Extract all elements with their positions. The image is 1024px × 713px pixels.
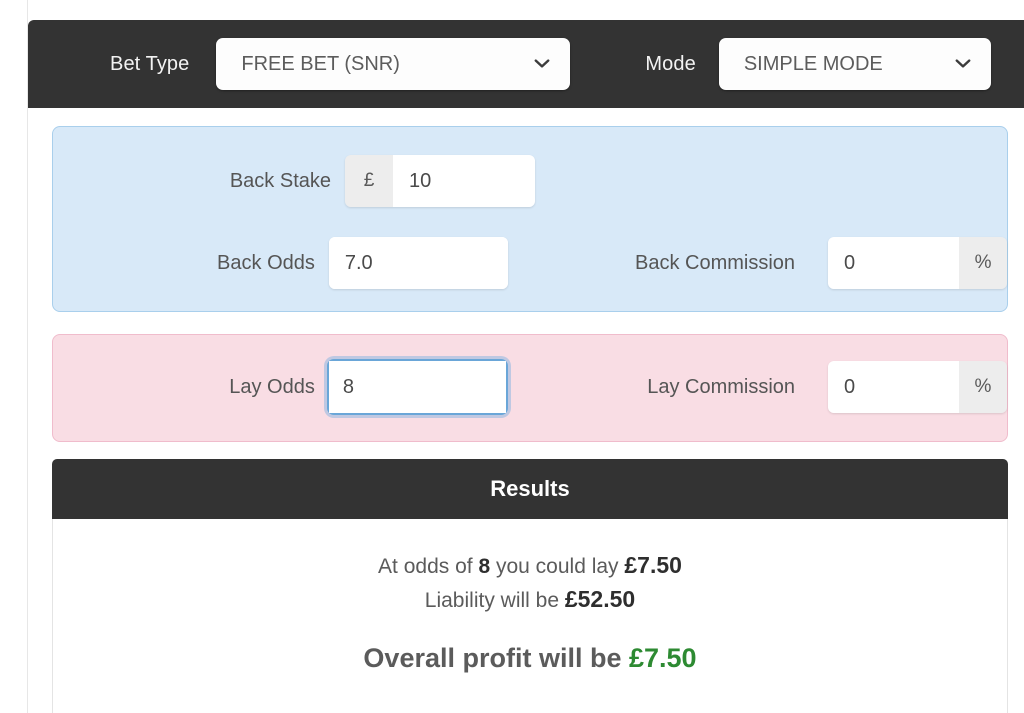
- overall-profit-amount: £7.50: [628, 643, 697, 673]
- back-odds-label: Back Odds: [217, 251, 315, 274]
- top-toolbar: Bet Type FREE BET (SNR) Mode SIMPLE MODE: [28, 20, 1024, 108]
- bet-type-label: Bet Type: [110, 52, 190, 75]
- results-title: Results: [52, 459, 1008, 519]
- percent-addon: %: [959, 361, 1007, 413]
- lay-commission-label: Lay Commission: [647, 375, 796, 398]
- mode-selected-value: SIMPLE MODE: [743, 52, 883, 75]
- lay-commission-input[interactable]: [828, 361, 959, 413]
- liability-prefix: Liability will be: [424, 589, 565, 612]
- currency-pound-addon: £: [345, 155, 393, 207]
- back-odds-input-wrap[interactable]: [328, 237, 508, 289]
- bet-type-select[interactable]: FREE BET (SNR): [216, 38, 571, 90]
- overall-profit-label: Overall profit will be: [363, 643, 629, 673]
- back-stake-label: Back Stake: [229, 169, 331, 192]
- liability-line: Liability will be £52.50: [53, 583, 1007, 617]
- results-card: Results At odds of 8 you could lay £7.50…: [52, 459, 1008, 713]
- back-bet-panel: Back Stake £ Back Odds Back Commission %: [52, 126, 1008, 312]
- lay-line-amount: £7.50: [624, 552, 682, 578]
- chevron-down-icon: [955, 59, 971, 69]
- lay-odds-row: Lay Odds Lay Commission %: [53, 359, 1007, 415]
- mode-select[interactable]: SIMPLE MODE: [718, 38, 991, 90]
- percent-addon: %: [959, 237, 1008, 289]
- bet-type-selected-value: FREE BET (SNR): [241, 52, 400, 75]
- back-commission-label: Back Commission: [634, 251, 796, 274]
- lay-odds-input-wrap[interactable]: [326, 359, 508, 415]
- lay-line-middle: you could lay: [490, 555, 625, 578]
- overall-profit-line: Overall profit will be £7.50: [53, 643, 1007, 674]
- lay-line-prefix: At odds of: [378, 555, 479, 578]
- calculator-page: Bet Type FREE BET (SNR) Mode SIMPLE MODE…: [0, 0, 1024, 713]
- back-stake-input-group[interactable]: £: [345, 155, 535, 207]
- lay-odds-input[interactable]: [328, 361, 506, 413]
- chevron-down-icon: [534, 59, 550, 69]
- results-body: At odds of 8 you could lay £7.50 Liabili…: [53, 519, 1007, 674]
- back-commission-input[interactable]: [828, 237, 960, 289]
- lay-odds-label: Lay Odds: [229, 375, 315, 398]
- lay-bet-panel: Lay Odds Lay Commission %: [52, 334, 1008, 442]
- lay-commission-input-group[interactable]: %: [828, 361, 1007, 413]
- back-commission-input-group[interactable]: %: [828, 237, 1008, 289]
- liability-amount: £52.50: [564, 586, 636, 612]
- back-stake-input[interactable]: [393, 155, 535, 207]
- lay-line-odds: 8: [478, 555, 491, 578]
- back-odds-row: Back Odds Back Commission %: [53, 237, 1008, 289]
- back-stake-row: Back Stake £: [53, 155, 1007, 207]
- back-odds-input[interactable]: [328, 237, 508, 289]
- mode-label: Mode: [645, 52, 696, 75]
- lay-amount-line: At odds of 8 you could lay £7.50: [53, 549, 1007, 583]
